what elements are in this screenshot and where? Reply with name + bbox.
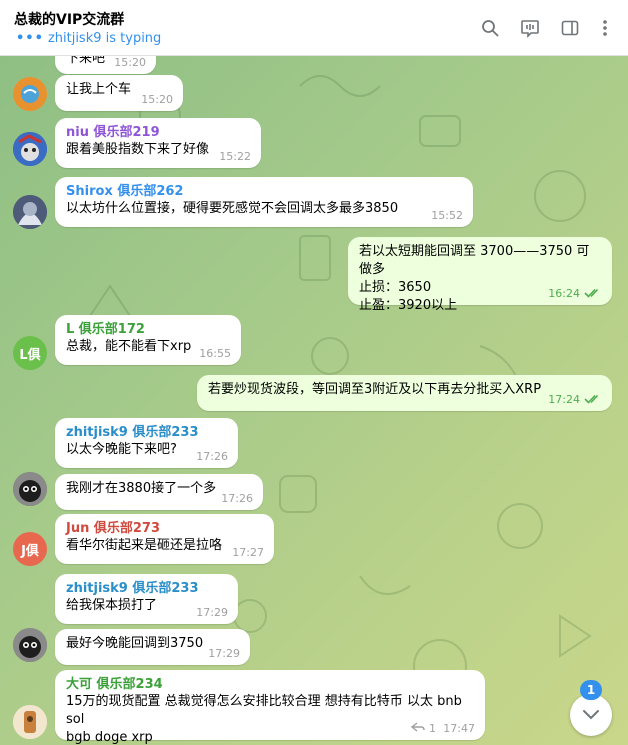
sender-name[interactable]: zhitjisk9 俱乐部233: [66, 424, 228, 441]
message-text: 若要炒现货波段，等回调至3附近及以下再去分批买入XRP: [208, 382, 542, 397]
typing-dots-icon: •••: [16, 31, 44, 46]
avatar[interactable]: [13, 705, 47, 739]
message-bubble[interactable]: 我刚才在3880接了一个多 17:26: [55, 474, 263, 510]
message-time: 17:24: [548, 393, 580, 406]
sender-name[interactable]: L 俱乐部172: [66, 321, 231, 338]
avatar[interactable]: [13, 472, 47, 506]
reply-count[interactable]: 1: [429, 722, 436, 735]
more-icon[interactable]: [594, 17, 616, 39]
message-text: 15万的现货配置 总裁觉得怎么安排比较合理 想持有比特币 以太 bnb sol …: [66, 694, 462, 745]
sender-name[interactable]: 大可 俱乐部234: [66, 676, 475, 693]
message-time: 15:20: [141, 93, 173, 106]
sender-name[interactable]: zhitjisk9 俱乐部233: [66, 580, 228, 597]
sender-name[interactable]: niu 俱乐部219: [66, 124, 251, 141]
message-time: 17:29: [208, 647, 240, 660]
message-bubble[interactable]: Jun 俱乐部273 看华尔街起来是砸还是拉咯 17:27: [55, 514, 274, 564]
message-time: 17:29: [196, 606, 228, 619]
message-time: 15:22: [219, 150, 251, 163]
chevron-down-icon: [583, 710, 599, 720]
message-bubble[interactable]: 下来吧 15:20: [55, 56, 156, 74]
message-bubble[interactable]: 最好今晚能回调到3750 17:29: [55, 629, 250, 665]
message-bubble-outgoing[interactable]: 若要炒现货波段，等回调至3附近及以下再去分批买入XRP 17:24: [197, 375, 612, 411]
message-time: 17:47: [443, 722, 475, 735]
message-time: 15:52: [431, 209, 463, 222]
message-time: 16:55: [199, 347, 231, 360]
message-text: 以太坊什么位置接，硬得要死感觉不会回调太多最多3850: [66, 201, 399, 216]
message-bubble[interactable]: zhitjisk9 俱乐部233 给我保本损打了 17:29: [55, 574, 238, 624]
message-text: 若以太短期能回调至 3700——3750 可做多 止损：3650 止盈：3920…: [359, 244, 590, 313]
message-bubble[interactable]: 让我上个车 15:20: [55, 75, 183, 111]
message-bubble[interactable]: zhitjisk9 俱乐部233 以太今晚能下来吧? 17:26: [55, 418, 238, 468]
message-time: 17:26: [196, 450, 228, 463]
typing-text: zhitjisk9 is typing: [47, 31, 162, 46]
search-icon[interactable]: [479, 17, 501, 39]
message-time: 15:20: [114, 56, 146, 69]
avatar[interactable]: [13, 628, 47, 662]
avatar[interactable]: J俱: [13, 532, 47, 566]
unread-badge: 1: [580, 680, 602, 700]
avatar[interactable]: [13, 195, 47, 229]
message-bubble[interactable]: L 俱乐部172 总裁，能不能看下xrp 16:55: [55, 315, 241, 365]
message-bubble[interactable]: 大可 俱乐部234 15万的现货配置 总裁觉得怎么安排比较合理 想持有比特币 以…: [55, 670, 485, 745]
avatar[interactable]: [13, 132, 47, 166]
live-stream-icon[interactable]: [519, 17, 541, 39]
message-time: 17:26: [221, 492, 253, 505]
avatar[interactable]: L俱: [13, 336, 47, 370]
avatar[interactable]: [13, 77, 47, 111]
chat-header: 总裁的VIP交流群 ••• zhitjisk9 is typing: [0, 0, 628, 56]
message-time: 17:27: [232, 546, 264, 559]
message-bubble[interactable]: niu 俱乐部219 跟着美股指数下来了好像 15:22: [55, 118, 261, 168]
message-bubble-outgoing[interactable]: 若以太短期能回调至 3700——3750 可做多 止损：3650 止盈：3920…: [348, 237, 612, 313]
sender-name[interactable]: Shirox 俱乐部262: [66, 183, 463, 200]
sidebar-icon[interactable]: [559, 17, 581, 39]
avatar-initials: L俱: [19, 347, 41, 363]
read-checkmark-icon: [584, 394, 599, 404]
sender-name[interactable]: Jun 俱乐部273: [66, 520, 264, 537]
chat-title[interactable]: 总裁的VIP交流群: [14, 9, 124, 29]
scroll-to-bottom-button[interactable]: [570, 694, 612, 736]
reply-arrow-icon[interactable]: [411, 722, 425, 732]
message-bubble[interactable]: Shirox 俱乐部262 以太坊什么位置接，硬得要死感觉不会回调太多最多385…: [55, 177, 473, 227]
message-list[interactable]: 下来吧 15:20 让我上个车 15:20 niu 俱乐部219 跟着美股指数下…: [0, 56, 628, 745]
avatar-initials: J俱: [21, 543, 39, 559]
read-checkmark-icon: [584, 288, 599, 298]
message-time: 16:24: [548, 287, 580, 300]
typing-status: ••• zhitjisk9 is typing: [16, 31, 161, 46]
